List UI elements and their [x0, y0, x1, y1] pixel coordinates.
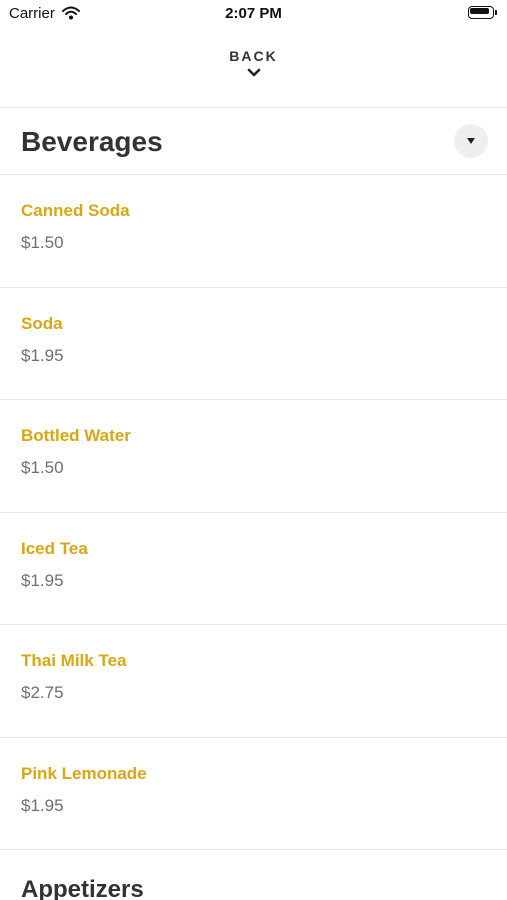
menu-item-list: Canned Soda $1.50 Soda $1.95 Bottled Wat…	[0, 175, 507, 850]
item-price: $1.50	[21, 233, 64, 252]
menu-item[interactable]: Iced Tea $1.95	[0, 513, 507, 625]
battery-icon	[468, 6, 498, 21]
back-button[interactable]: BACK	[0, 48, 507, 93]
menu-item[interactable]: Thai Milk Tea $2.75	[0, 625, 507, 738]
chevron-down-icon	[247, 68, 260, 77]
item-price: $1.95	[21, 345, 64, 365]
status-bar: Carrier 2:07 PM	[0, 0, 507, 28]
menu-item[interactable]: Canned Soda $1.50	[0, 175, 507, 288]
item-name: Bottled Water	[21, 426, 131, 445]
collapse-category-button[interactable]	[454, 124, 488, 158]
caret-down-icon	[467, 138, 475, 144]
item-name: Thai Milk Tea	[21, 651, 127, 670]
category-title: Beverages	[21, 126, 163, 157]
category-header: Beverages	[0, 108, 507, 174]
menu-item[interactable]: Pink Lemonade $1.95	[0, 738, 507, 850]
menu-item[interactable]: Bottled Water $1.50	[0, 400, 507, 513]
item-price: $2.75	[21, 683, 64, 702]
item-name: Soda	[21, 313, 63, 333]
item-name: Canned Soda	[21, 201, 130, 220]
item-name: Iced Tea	[21, 538, 88, 558]
back-label: BACK	[229, 48, 278, 64]
item-price: $1.95	[21, 570, 64, 590]
item-price: $1.95	[21, 795, 64, 815]
status-time: 2:07 PM	[225, 5, 282, 22]
item-name: Pink Lemonade	[21, 763, 147, 783]
screen: Carrier 2:07 PM BACK Beverages Canned So…	[0, 0, 507, 900]
item-price: $1.50	[21, 458, 64, 477]
category-title-appetizers[interactable]: Appetizers	[21, 876, 144, 900]
menu-item[interactable]: Soda $1.95	[0, 288, 507, 400]
